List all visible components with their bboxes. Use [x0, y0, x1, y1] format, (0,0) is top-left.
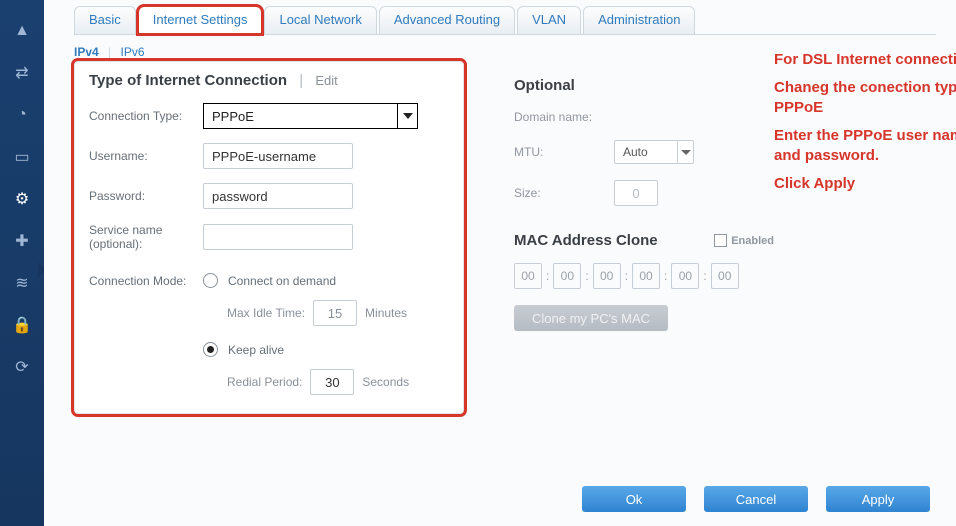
panel-title-text: Type of Internet Connection — [89, 72, 287, 89]
row-username: Username: — [89, 143, 449, 169]
main: Basic Internet Settings Local Network Ad… — [44, 0, 956, 526]
tabstrip-line — [74, 34, 936, 35]
nav-transfer[interactable]: ⇄ — [7, 58, 37, 88]
subtab-ipv4[interactable]: IPv4 — [74, 45, 99, 59]
mtu-select[interactable]: Auto — [614, 140, 694, 164]
mac-octet-4[interactable]: 00 — [671, 263, 699, 289]
nav-alert[interactable]: ▲ — [7, 16, 37, 46]
subtab-ipv6[interactable]: IPv6 — [121, 45, 145, 59]
tab-internet-settings[interactable]: Internet Settings — [138, 6, 263, 34]
domain-label: Domain name: — [514, 110, 614, 124]
connection-type-select[interactable]: PPPoE — [203, 103, 418, 129]
redial-unit: Seconds — [362, 375, 409, 389]
clone-row: Clone my PC's MAC — [514, 305, 844, 331]
mac-octets: 00: 00: 00: 00: 00: 00 — [514, 263, 844, 289]
connection-panel: Type of Internet Connection | Edit Conne… — [74, 61, 464, 414]
cancel-button[interactable]: Cancel — [704, 486, 808, 512]
mac-octet-2[interactable]: 00 — [593, 263, 621, 289]
password-label: Password: — [89, 189, 203, 203]
ok-button[interactable]: Ok — [582, 486, 686, 512]
chevron-down-icon[interactable] — [397, 103, 417, 129]
service-input[interactable] — [203, 224, 353, 250]
connection-type-label: Connection Type: — [89, 109, 203, 123]
mac-octet-0[interactable]: 00 — [514, 263, 542, 289]
tabs: Basic Internet Settings Local Network Ad… — [74, 6, 956, 34]
row-connection-type: Connection Type: PPPoE — [89, 103, 449, 129]
max-idle-input[interactable] — [313, 300, 357, 326]
connection-mode-label: Connection Mode: — [89, 274, 203, 288]
radio-keep-alive[interactable] — [203, 342, 218, 357]
row-max-idle: Max Idle Time: Minutes — [227, 300, 449, 326]
nav-diagnostics[interactable]: ✚ — [7, 226, 37, 256]
service-label: Service name (optional): — [89, 223, 203, 251]
tab-vlan[interactable]: VLAN — [517, 6, 581, 34]
annot-line-3: Enter the PPPoE user name and password. — [774, 126, 956, 166]
redial-label: Redial Period: — [227, 375, 302, 389]
panel-title: Type of Internet Connection | Edit — [89, 72, 449, 89]
mac-octet-3[interactable]: 00 — [632, 263, 660, 289]
username-label: Username: — [89, 149, 203, 163]
app-root: ▲ ⇄ ◔ ▭ ⚙ ✚ ≋ 🔒 ⟳ Basic Internet Setting… — [0, 0, 956, 526]
annot-line-1: For DSL Internet connection- — [774, 50, 956, 70]
keep-alive-label: Keep alive — [228, 343, 284, 357]
connection-type-value: PPPoE — [204, 109, 397, 124]
bottom-buttons: Ok Cancel Apply — [582, 486, 930, 512]
tab-local-network[interactable]: Local Network — [264, 6, 376, 34]
row-service: Service name (optional): — [89, 223, 449, 251]
tab-administration[interactable]: Administration — [583, 6, 695, 34]
panel-title-divider: | — [291, 72, 311, 89]
mac-title-row: MAC Address Clone Enabled — [514, 232, 774, 249]
mac-octet-5[interactable]: 00 — [711, 263, 739, 289]
clone-mac-button: Clone my PC's MAC — [514, 305, 668, 331]
mtu-label: MTU: — [514, 145, 614, 159]
nav-device[interactable]: ▭ — [7, 142, 37, 172]
annot-line-4: Click Apply — [774, 174, 956, 194]
nav-security[interactable]: 🔒 — [7, 310, 37, 340]
size-label: Size: — [514, 186, 614, 200]
mtu-value: Auto — [615, 145, 677, 159]
edit-link[interactable]: Edit — [315, 73, 337, 88]
redial-input[interactable] — [310, 369, 354, 395]
nav-settings[interactable]: ⚙ — [7, 184, 37, 214]
apply-button[interactable]: Apply — [826, 486, 930, 512]
chevron-down-icon[interactable] — [677, 140, 693, 164]
row-redial: Redial Period: Seconds — [227, 369, 449, 395]
username-input[interactable] — [203, 143, 353, 169]
connect-on-demand-label: Connect on demand — [228, 274, 336, 288]
row-connection-mode: Connection Mode: Connect on demand — [89, 273, 449, 288]
tab-advanced-routing[interactable]: Advanced Routing — [379, 6, 515, 34]
max-idle-unit: Minutes — [365, 306, 407, 320]
row-keep-alive: Keep alive — [203, 342, 449, 357]
radio-connect-on-demand[interactable] — [203, 273, 218, 288]
annot-line-2: Chaneg the conection type to PPPoE — [774, 78, 956, 118]
subtab-sep: | — [108, 45, 111, 59]
mac-enabled-label: Enabled — [731, 235, 774, 247]
password-input[interactable] — [203, 183, 353, 209]
tab-basic[interactable]: Basic — [74, 6, 136, 34]
mac-octet-1[interactable]: 00 — [553, 263, 581, 289]
nav-monitor[interactable]: ◔ — [7, 100, 37, 130]
annotation: For DSL Internet connection- Chaneg the … — [774, 50, 956, 202]
mac-title: MAC Address Clone — [514, 232, 658, 249]
nav-wireless[interactable]: ≋ — [7, 268, 37, 298]
mac-enabled-wrap: Enabled — [714, 234, 774, 247]
nav-refresh[interactable]: ⟳ — [7, 352, 37, 382]
size-input — [614, 180, 658, 206]
row-password: Password: — [89, 183, 449, 209]
max-idle-label: Max Idle Time: — [227, 306, 305, 320]
mac-enabled-checkbox[interactable] — [714, 234, 727, 247]
